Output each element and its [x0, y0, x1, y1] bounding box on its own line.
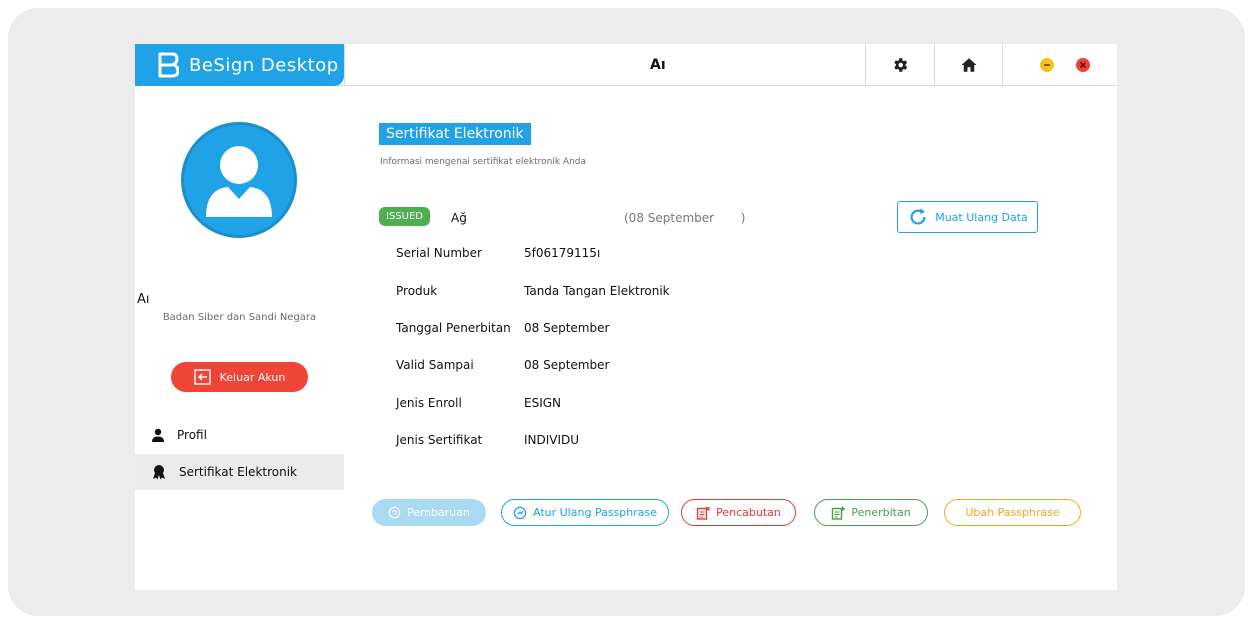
detail-value: 5f06179115ı	[524, 246, 601, 260]
change-passphrase-button[interactable]: Ubah Passphrase	[944, 499, 1081, 526]
certificate-date: (08 September )	[624, 211, 746, 225]
sidebar: Aı Badan Siber dan Sandi Negara Keluar A…	[135, 87, 344, 590]
app-window: BeSign Desktop Aı Aı Badan Siber dan San…	[135, 44, 1117, 590]
detail-key: Tanggal Penerbitan	[396, 321, 511, 335]
sidebar-item-sertifikat[interactable]: Sertifikat Elektronik	[135, 454, 344, 490]
app-name: BeSign Desktop	[189, 54, 339, 76]
minimize-icon	[1040, 58, 1054, 72]
user-avatar-icon	[206, 146, 272, 217]
brand-header: BeSign Desktop	[135, 44, 344, 86]
sidebar-item-label: Sertifikat Elektronik	[179, 465, 297, 479]
detail-value: 08 September	[524, 358, 610, 372]
detail-key: Valid Sampai	[396, 358, 474, 372]
reload-label: Muat Ulang Data	[935, 210, 1028, 224]
settings-button[interactable]	[866, 44, 934, 86]
document-remove-icon	[696, 506, 711, 520]
refresh-icon	[910, 208, 926, 225]
logout-icon	[193, 369, 211, 385]
reset-icon	[513, 506, 527, 519]
revocation-button[interactable]: Pencabutan	[681, 499, 796, 526]
detail-value: 08 September	[524, 321, 610, 335]
reload-data-button[interactable]: Muat Ulang Data	[897, 201, 1038, 233]
home-button[interactable]	[935, 44, 1002, 86]
avatar	[181, 122, 297, 238]
logout-button[interactable]: Keluar Akun	[171, 362, 308, 392]
logout-label: Keluar Akun	[219, 370, 286, 384]
detail-key: Produk	[396, 284, 438, 298]
home-icon	[961, 58, 976, 72]
document-add-icon	[832, 506, 846, 520]
divider	[344, 44, 345, 86]
detail-value: INDIVIDU	[524, 433, 580, 447]
minimize-button[interactable]	[1037, 44, 1057, 86]
issuance-button[interactable]: Penerbitan	[814, 499, 928, 526]
reset-passphrase-label: Atur Ulang Passphrase	[533, 506, 657, 519]
certificate-name: Ağ	[451, 211, 467, 225]
close-button[interactable]	[1073, 44, 1093, 86]
revocation-label: Pencabutan	[716, 506, 781, 519]
detail-value: Tanda Tangan Elektronik	[524, 284, 670, 298]
window-title: Aı	[650, 57, 666, 73]
status-badge: ISSUED	[379, 207, 430, 226]
title-bar: BeSign Desktop Aı	[135, 44, 1117, 86]
close-icon	[1076, 58, 1090, 72]
reset-passphrase-button[interactable]: Atur Ulang Passphrase	[501, 499, 669, 526]
renewal-button[interactable]: Pembaruan	[372, 499, 486, 526]
certificate-icon	[153, 465, 165, 480]
organization-name: Badan Siber dan Sandi Negara	[162, 312, 317, 323]
sidebar-item-label: Profil	[177, 428, 207, 442]
change-passphrase-label: Ubah Passphrase	[965, 506, 1060, 519]
issuance-label: Penerbitan	[851, 506, 911, 519]
besign-logo-icon	[158, 52, 179, 78]
renewal-label: Pembaruan	[407, 506, 470, 519]
detail-key: Jenis Enroll	[396, 396, 462, 410]
user-name: Aı	[137, 292, 150, 307]
user-icon	[152, 428, 164, 442]
sidebar-item-profil[interactable]: Profil	[135, 417, 344, 453]
detail-value: ESIGN	[524, 396, 562, 410]
detail-key: Serial Number	[396, 246, 482, 260]
divider	[1002, 44, 1003, 86]
renewal-icon	[388, 506, 401, 519]
gear-icon	[894, 58, 908, 72]
page-title: Sertifikat Elektronik	[379, 123, 531, 145]
detail-key: Jenis Sertifikat	[396, 433, 483, 447]
page-subtitle: Informasi mengenai sertifikat elektronik…	[380, 157, 587, 167]
